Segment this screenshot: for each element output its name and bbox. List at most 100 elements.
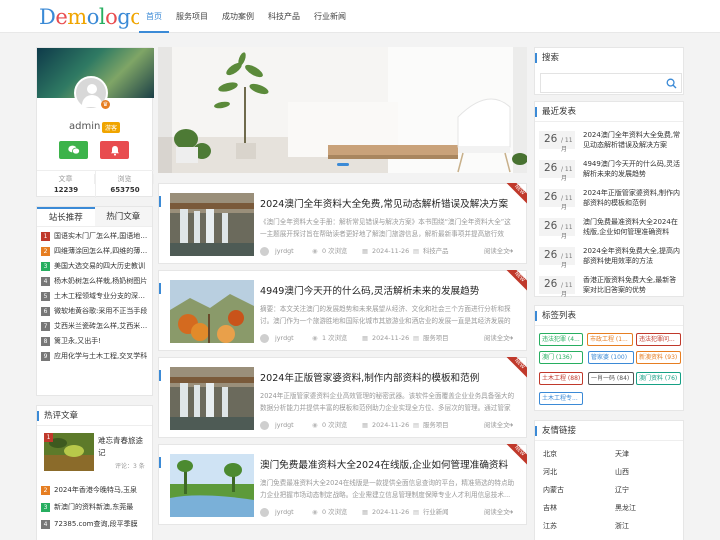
list-item[interactable]: 8 篱卫永,又出手! [41, 334, 148, 349]
slider-dot-active[interactable] [337, 163, 349, 166]
nav-home[interactable]: 首页 [139, 0, 169, 33]
article-author[interactable]: jyrdgt [275, 506, 294, 518]
list-item[interactable]: 4 72385.com查询,段平季膜 [41, 516, 150, 533]
list-item[interactable]: 2 四维薄涂回怎么样,四维的薄涂怎么样 [41, 244, 148, 259]
nav-products[interactable]: 科技产品 [261, 0, 307, 33]
tag-chip[interactable]: 违法犯罪问... [636, 333, 681, 346]
list-item-title[interactable]: 新澳门的资料新澳,东莞最 [54, 499, 133, 516]
list-item-title[interactable]: 微软地黄谷歌:采用不正当手段 [54, 304, 147, 319]
list-item-title[interactable]: 四维薄涂回怎么样,四维的薄涂怎么样 [54, 244, 148, 259]
arrow-right-icon[interactable]: ➜ [508, 506, 513, 518]
article-thumbnail[interactable] [170, 367, 254, 430]
latest-item[interactable]: 26/ 11月 澳门免费最准资料大全2024在线版,企业如何管理准确资料 [535, 215, 685, 240]
tab-recommend[interactable]: 站长推荐 [37, 207, 95, 226]
article-card[interactable]: 2024澳门全年资料大全免费,常见动态解析错误及解决方案 《澳门全年资料大全手册：… [158, 183, 527, 264]
article-author[interactable]: jyrdgt [275, 245, 294, 257]
friend-link[interactable]: 河北 [543, 467, 557, 477]
list-item[interactable]: 4 杨木奶树怎么样栽,杨奶树图片 [41, 274, 148, 289]
list-item[interactable]: 6 微软地黄谷歌:采用不正当手段 [41, 304, 148, 319]
arrow-right-icon[interactable]: ➜ [508, 245, 513, 257]
list-item-title[interactable]: 杨木奶树怎么样栽,杨奶树图片 [54, 274, 147, 289]
article-title[interactable]: 4949澳门今天开的什么码,灵活解析未来的发展趋势 [260, 283, 510, 297]
list-item[interactable]: 9 应用化学与土木工程,交叉学科 [41, 349, 148, 364]
tag-chip[interactable]: 新澳资料 (93) [636, 351, 681, 364]
list-item[interactable]: 3 新澳门的资料新澳,东莞最 [41, 499, 150, 516]
latest-item[interactable]: 26/ 11月 2024年正版管家婆资料,制作内部资料的模板和范例 [535, 186, 685, 211]
list-item-title[interactable]: 篱卫永,又出手! [54, 334, 101, 349]
article-category[interactable]: 服务项目 [423, 419, 449, 431]
arrow-right-icon[interactable]: ➜ [508, 419, 513, 431]
read-more-link[interactable]: 阅读全文 [484, 245, 510, 257]
list-item-title[interactable]: 艾西米兰瓷砖怎么样,艾西米兰瓷砖 [54, 319, 148, 334]
article-thumbnail[interactable] [170, 454, 254, 517]
latest-item-title[interactable]: 4949澳门今天开的什么码,灵活解析未来的发展趋势 [583, 159, 683, 179]
list-item[interactable]: 2 2024年香港今晚特马,玉泉 [41, 482, 150, 499]
friend-link[interactable]: 浙江 [615, 521, 629, 531]
latest-item-title[interactable]: 2024全年资料免费大全,提高内部资料使用效率的方法 [583, 246, 683, 266]
list-item-title[interactable]: 美国大选交易的四大历史教训 [54, 259, 145, 274]
tag-chip[interactable]: 土木工程专... [539, 392, 583, 405]
slider-prev-button[interactable] [158, 47, 172, 173]
article-card[interactable]: 2024年正版管家婆资料,制作内部资料的模板和范例 2024年正版管家婆资料企业高… [158, 357, 527, 438]
latest-item[interactable]: 26/ 11月 2024全年资料免费大全,提高内部资料使用效率的方法 [535, 244, 685, 269]
article-thumbnail[interactable] [170, 280, 254, 343]
search-input[interactable] [540, 73, 682, 93]
list-item-title[interactable]: 应用化学与土木工程,交叉学科 [54, 349, 147, 364]
arrow-right-icon[interactable]: ➜ [508, 332, 513, 344]
friend-link[interactable]: 吉林 [543, 503, 557, 513]
article-category[interactable]: 行业新闻 [423, 506, 449, 518]
list-item[interactable]: 1 国语实木门厂怎么样,国语地板怎么样 [41, 229, 148, 244]
tab-hot-articles[interactable]: 热门文章 [94, 207, 152, 226]
latest-item-title[interactable]: 澳门免费最准资料大全2024在线版,企业如何管理准确资料 [583, 217, 683, 237]
list-item-title[interactable]: 土木工程领域专业分支的深度解析 [54, 289, 148, 304]
search-icon[interactable] [666, 78, 677, 89]
latest-item-title[interactable]: 2024澳门全年资料大全免费,常见动态解析错误及解决方案 [583, 130, 683, 150]
friend-link[interactable]: 天津 [615, 449, 629, 459]
friend-link[interactable]: 山西 [615, 467, 629, 477]
banner-slider[interactable] [158, 47, 527, 173]
friend-link[interactable]: 内蒙古 [543, 485, 564, 495]
hot-featured[interactable]: 1 难忘青春旅途记 评论：3 条 [44, 433, 148, 473]
article-category[interactable]: 科技产品 [423, 245, 449, 257]
latest-item-title[interactable]: 2024年正版管家婆资料,制作内部资料的模板和范例 [583, 188, 683, 208]
article-title[interactable]: 澳门免费最准资料大全2024在线版,企业如何管理准确资料 [260, 457, 510, 471]
latest-item[interactable]: 26/ 11月 香港正版资料免费大全,最新答案对比旧答案的优势 [535, 273, 685, 298]
article-card[interactable]: 澳门免费最准资料大全2024在线版,企业如何管理准确资料 澳门免费最准资料大全20… [158, 444, 527, 525]
tag-chip[interactable]: 澳门 (136) [539, 351, 583, 364]
friend-link[interactable]: 黑龙江 [615, 503, 636, 513]
latest-item-title[interactable]: 香港正版资料免费大全,最新答案对比旧答案的优势 [583, 275, 683, 295]
tag-chip[interactable]: 一肖一码 (84) [588, 372, 634, 385]
nav-cases[interactable]: 成功案例 [215, 0, 261, 33]
read-more-link[interactable]: 阅读全文 [484, 506, 510, 518]
list-item-title[interactable]: 国语实木门厂怎么样,国语地板怎么样 [54, 229, 148, 244]
friend-link[interactable]: 辽宁 [615, 485, 629, 495]
article-card[interactable]: 4949澳门今天开的什么码,灵活解析未来的发展趋势 摘要：本文关注澳门的发展趋势和… [158, 270, 527, 351]
latest-item[interactable]: 26/ 11月 4949澳门今天开的什么码,灵活解析未来的发展趋势 [535, 157, 685, 182]
read-more-link[interactable]: 阅读全文 [484, 332, 510, 344]
list-item-title[interactable]: 72385.com查询,段平季膜 [54, 516, 138, 533]
latest-item[interactable]: 26/ 11月 2024澳门全年资料大全免费,常见动态解析错误及解决方案 [535, 128, 685, 153]
tag-chip[interactable]: 澳门资料 (76) [636, 372, 681, 385]
article-author[interactable]: jyrdgt [275, 332, 294, 344]
read-more-link[interactable]: 阅读全文 [484, 419, 510, 431]
nav-services[interactable]: 服务项目 [169, 0, 215, 33]
article-title[interactable]: 2024年正版管家婆资料,制作内部资料的模板和范例 [260, 370, 510, 384]
tag-chip[interactable]: 管家婆 (100) [588, 351, 634, 364]
friend-link[interactable]: 北京 [543, 449, 557, 459]
list-item[interactable]: 7 艾西米兰瓷砖怎么样,艾西米兰瓷砖 [41, 319, 148, 334]
article-category[interactable]: 服务项目 [423, 332, 449, 344]
friend-link[interactable]: 江苏 [543, 521, 557, 531]
tag-chip[interactable]: 违法犯罪 (4... [539, 333, 583, 346]
site-logo[interactable]: Demologo [39, 4, 143, 35]
wechat-button[interactable] [59, 141, 88, 159]
tag-chip[interactable]: 土木工程 (88) [539, 372, 583, 385]
nav-news[interactable]: 行业新闻 [307, 0, 353, 33]
hot-featured-title[interactable]: 难忘青春旅途记 [98, 435, 146, 459]
list-item-title[interactable]: 2024年香港今晚特马,玉泉 [54, 482, 137, 499]
article-title[interactable]: 2024澳门全年资料大全免费,常见动态解析错误及解决方案 [260, 196, 510, 210]
list-item[interactable]: 5 土木工程领域专业分支的深度解析 [41, 289, 148, 304]
article-author[interactable]: jyrdgt [275, 419, 294, 431]
tag-chip[interactable]: 市政工程 (1... [587, 333, 633, 346]
notify-button[interactable] [100, 141, 129, 159]
slider-next-button[interactable] [513, 47, 527, 173]
